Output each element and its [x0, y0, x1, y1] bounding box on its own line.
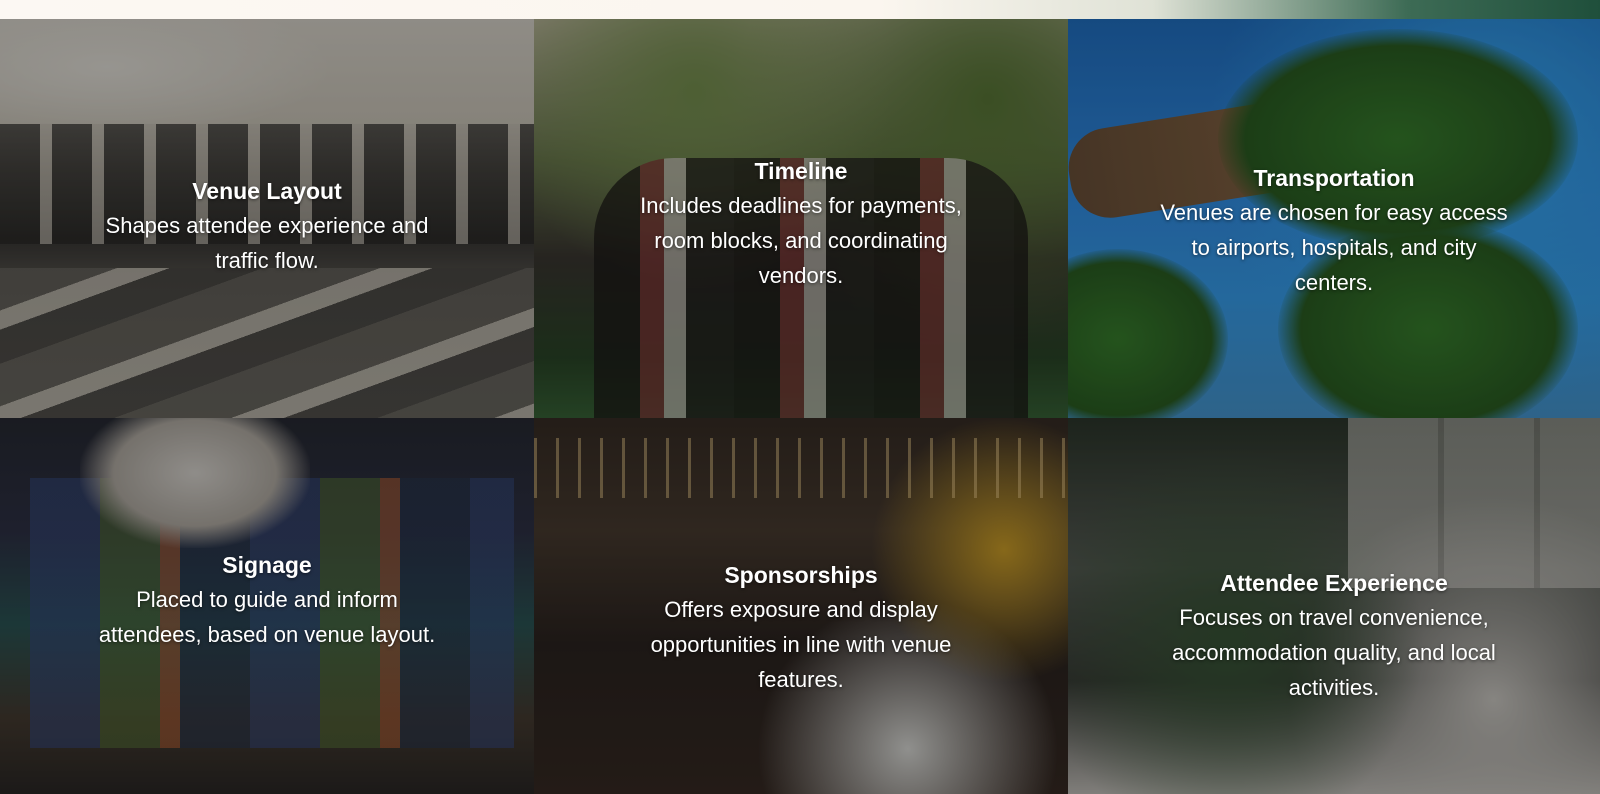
tile-description: Includes deadlines for payments, room bl… — [640, 193, 962, 288]
tile-description: Venues are chosen for easy access to air… — [1160, 200, 1508, 295]
top-gradient-strip — [0, 0, 1600, 19]
tile-venue-layout: Venue Layout Shapes attendee experience … — [0, 19, 534, 418]
tile-caption: Signage Placed to guide and inform atten… — [0, 550, 534, 652]
tile-title: Timeline — [754, 158, 848, 184]
tile-signage: Signage Placed to guide and inform atten… — [0, 418, 534, 794]
tile-attendee-experience: Attendee Experience Focuses on travel co… — [1068, 418, 1600, 794]
tile-caption: Venue Layout Shapes attendee experience … — [0, 176, 534, 278]
tile-caption: Attendee Experience Focuses on travel co… — [1068, 568, 1600, 705]
tile-description: Shapes attendee experience and traffic f… — [105, 213, 429, 273]
tile-timeline: Timeline Includes deadlines for payments… — [534, 19, 1068, 418]
tile-title: Signage — [222, 552, 312, 578]
tile-title: Sponsorships — [724, 562, 878, 588]
tile-transportation: Transportation Venues are chosen for eas… — [1068, 19, 1600, 418]
tile-caption: Transportation Venues are chosen for eas… — [1068, 163, 1600, 300]
tile-description: Offers exposure and display opportunitie… — [650, 597, 952, 692]
tile-title: Attendee Experience — [1220, 570, 1448, 596]
tile-title: Transportation — [1253, 165, 1415, 191]
tile-description: Placed to guide and inform attendees, ba… — [98, 587, 436, 647]
tile-caption: Timeline Includes deadlines for payments… — [534, 156, 1068, 293]
venue-factors-grid: Venue Layout Shapes attendee experience … — [0, 19, 1600, 794]
tile-description: Focuses on travel convenience, accommoda… — [1172, 605, 1496, 700]
tile-sponsorships: Sponsorships Offers exposure and display… — [534, 418, 1068, 794]
tile-title: Venue Layout — [192, 178, 342, 204]
tile-caption: Sponsorships Offers exposure and display… — [534, 560, 1068, 697]
